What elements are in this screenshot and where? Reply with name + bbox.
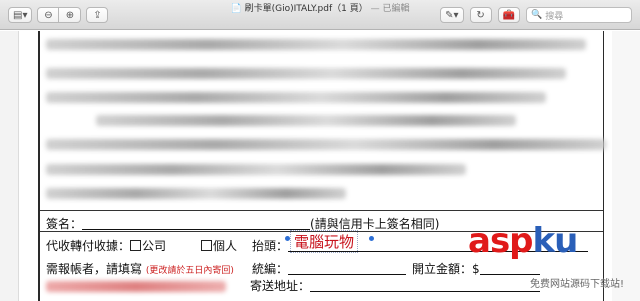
address-label: 寄送地址： xyxy=(250,279,311,293)
zoom-out-icon: ⊖ xyxy=(44,9,53,21)
blurred-line xyxy=(46,139,606,150)
zoom-in-icon: ⊕ xyxy=(65,9,75,21)
company-label: 公司 xyxy=(142,239,167,253)
personal-checkbox[interactable] xyxy=(201,240,212,251)
share-icon: ⇪ xyxy=(93,9,102,21)
header-annotation[interactable]: 電腦玩物 xyxy=(290,230,359,253)
tax-id-row: 統編： xyxy=(252,260,407,277)
header-label: 抬頭： xyxy=(252,239,289,253)
divider xyxy=(40,210,603,211)
toolbox-button[interactable]: 🧰 xyxy=(497,7,520,23)
search-field[interactable]: 🔍 搜尋 xyxy=(526,7,632,23)
markup-button[interactable]: ✎▾ xyxy=(440,7,464,23)
blurred-line xyxy=(46,188,346,199)
edited-label: — 已編輯 xyxy=(370,4,410,14)
window-titlebar: 📄 刷卡單(Gio)ITALY.pdf（1 頁） — 已編輯 ▤▾ ⊖ ⊕ ⇪ … xyxy=(0,0,640,30)
left-margin xyxy=(0,31,19,301)
search-icon: 🔍 xyxy=(531,10,543,20)
signature-label: 簽名： xyxy=(46,217,83,231)
personal-option: 個人 xyxy=(201,237,237,254)
tax-id-line[interactable] xyxy=(288,262,407,275)
zoom-controls: ⊖ ⊕ xyxy=(37,7,82,23)
share-button[interactable]: ⇪ xyxy=(86,7,109,23)
receipt-row: 代收轉付收據： 公司 xyxy=(46,237,166,254)
blurred-line xyxy=(96,115,516,126)
zoom-in-button[interactable]: ⊕ xyxy=(59,7,82,23)
pen-icon: ✎▾ xyxy=(445,9,459,21)
report-note: (更改請於五日內寄回) xyxy=(145,266,234,276)
sidebar-toggle-button[interactable]: ▤▾ xyxy=(8,7,33,23)
report-label: 需報帳者，請填寫 xyxy=(46,262,143,276)
watermark-logo: aspku xyxy=(468,221,578,261)
blurred-line xyxy=(46,164,466,175)
signature-note: (請與信用卡上簽名相同) xyxy=(310,217,440,231)
zoom-out-button[interactable]: ⊖ xyxy=(37,7,60,23)
personal-label: 個人 xyxy=(213,239,238,253)
report-row: 需報帳者，請填寫 (更改請於五日內寄回) xyxy=(46,260,234,277)
watermark-tagline: 免费网站源码下载站! xyxy=(530,279,625,290)
header-annotation-text: 電腦玩物 xyxy=(294,233,355,251)
signature-line[interactable] xyxy=(82,217,311,230)
rotate-button[interactable]: ↻ xyxy=(469,7,492,23)
rotate-icon: ↻ xyxy=(476,9,485,21)
receipt-label: 代收轉付收據： xyxy=(46,239,131,253)
annotation-handle-left[interactable] xyxy=(285,236,290,241)
watermark: aspku 免费网站源码下载站! xyxy=(468,221,640,301)
sidebar-icon: ▤▾ xyxy=(13,9,28,21)
invoice-amount-label: 開立金額： xyxy=(412,262,473,276)
toolbox-icon: 🧰 xyxy=(502,9,515,21)
signature-row: 簽名： (請與信用卡上簽名相同) xyxy=(46,215,439,232)
search-placeholder: 搜尋 xyxy=(545,11,564,22)
document-icon: 📄 xyxy=(230,4,242,14)
blurred-line xyxy=(46,68,566,79)
blurred-line xyxy=(46,92,546,103)
tax-id-label: 統編： xyxy=(252,262,289,276)
annotation-handle-right[interactable] xyxy=(369,236,374,241)
blurred-line xyxy=(46,39,586,50)
company-checkbox[interactable] xyxy=(130,240,142,251)
blurred-red-line xyxy=(46,281,226,292)
form-border-left xyxy=(38,31,40,301)
